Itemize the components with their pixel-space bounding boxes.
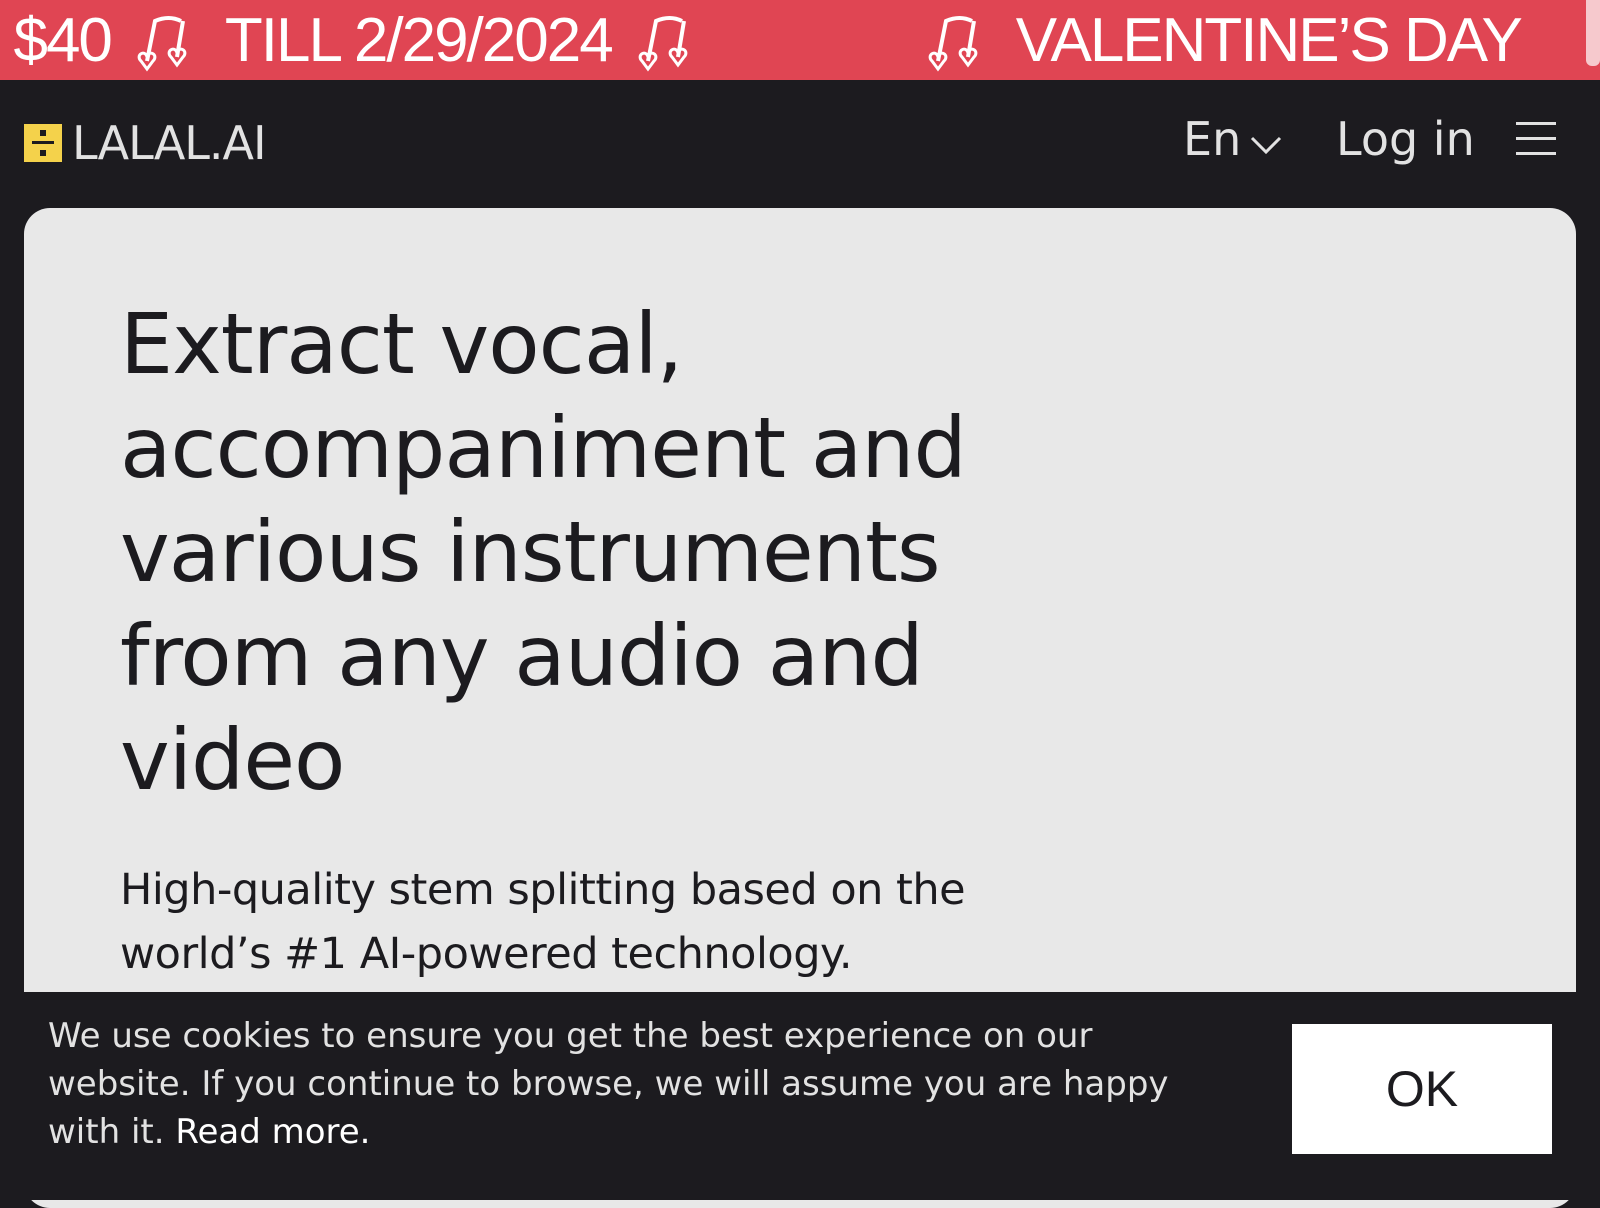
promo-deadline-text: TILL 2/29/2024 xyxy=(224,5,614,75)
chevron-down-icon xyxy=(1251,136,1282,155)
promo-event-text: VALENTINE’S DAY xyxy=(1015,5,1523,75)
promo-price-text: Y $40 xyxy=(0,5,113,75)
read-more-link[interactable]: Read more. xyxy=(175,1112,370,1152)
cookie-ok-button[interactable]: OK xyxy=(1292,1024,1552,1154)
music-notes-hearts-icon xyxy=(634,7,704,73)
login-link[interactable]: Log in xyxy=(1336,112,1475,166)
music-notes-hearts-icon xyxy=(133,7,203,73)
logo-text: LALAL.AI xyxy=(72,116,267,170)
lalal-logo-icon xyxy=(24,124,62,162)
cookie-message-block: We use cookies to ensure you get the bes… xyxy=(48,1012,1238,1156)
cookie-banner: We use cookies to ensure you get the bes… xyxy=(0,992,1600,1200)
promo-banner[interactable]: Y $40 TILL 2/29/2024 xyxy=(0,0,1600,80)
hero-title: Extract vocal, accompaniment and various… xyxy=(120,295,967,809)
promo-scroll-handle xyxy=(1586,0,1600,66)
hero-subtitle: High-quality stem splitting based on the… xyxy=(120,865,966,979)
language-label: En xyxy=(1183,112,1242,166)
music-notes-hearts-icon xyxy=(924,7,994,73)
promo-ticker: Y $40 TILL 2/29/2024 xyxy=(0,0,1523,80)
site-header: LALAL.AI En Log in xyxy=(0,80,1600,208)
language-selector[interactable]: En xyxy=(1183,112,1283,166)
logo-link[interactable]: LALAL.AI xyxy=(24,116,267,170)
hamburger-menu-icon[interactable] xyxy=(1516,122,1556,158)
